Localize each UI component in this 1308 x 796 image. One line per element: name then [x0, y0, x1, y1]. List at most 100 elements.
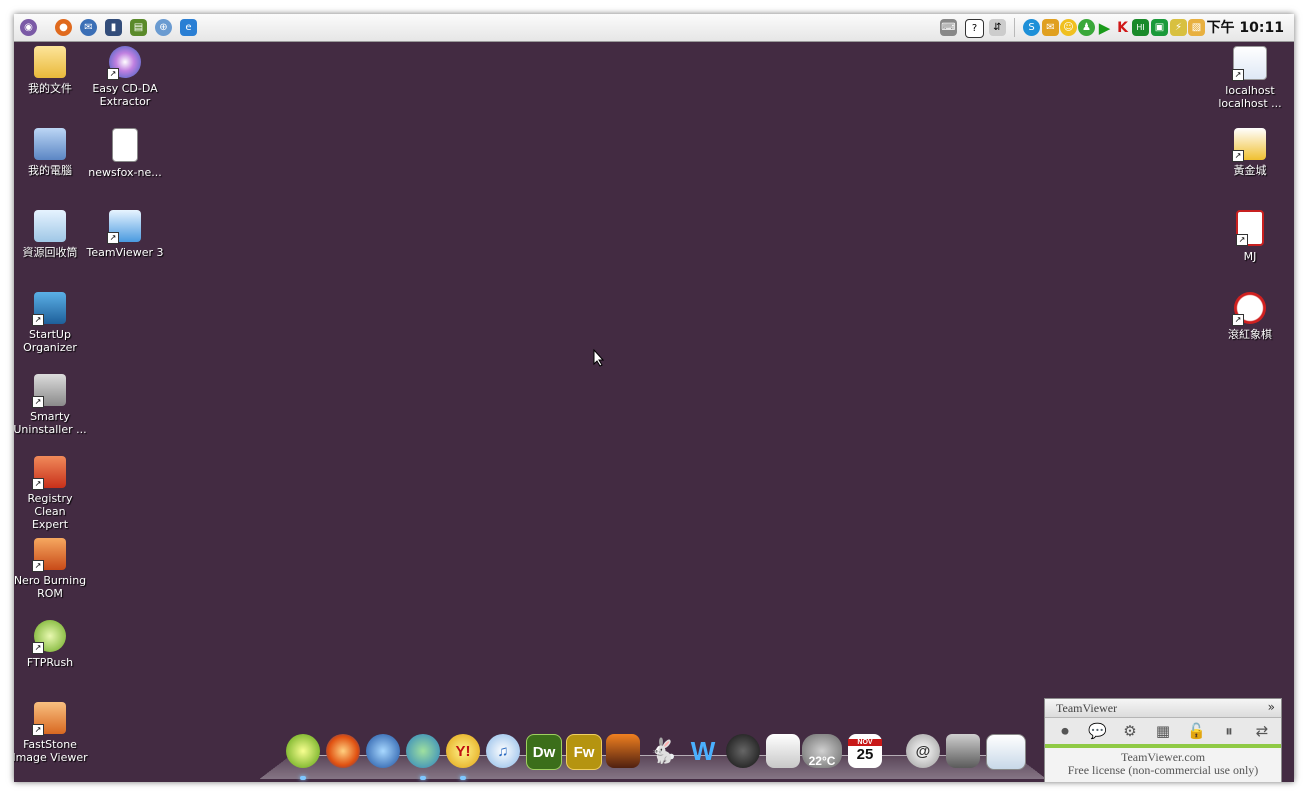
- screen-icon[interactable]: [986, 734, 1026, 770]
- dock-running-indicator: [460, 776, 466, 780]
- books-icon[interactable]: ▤: [130, 19, 147, 36]
- eye-icon: ↗: [32, 702, 66, 736]
- recycle-bag-icon[interactable]: [766, 734, 800, 768]
- firefox-icon[interactable]: [326, 734, 360, 768]
- chat-bubble-icon[interactable]: 💬: [1088, 722, 1107, 740]
- folder-documents-icon: [34, 46, 66, 78]
- collapse-icon[interactable]: »: [1268, 700, 1275, 714]
- dock-running-indicator: [300, 776, 306, 780]
- thunderbird-icon[interactable]: ✉: [80, 19, 97, 36]
- shortcut-arrow-icon: ↗: [1236, 234, 1248, 246]
- usb-icon[interactable]: ⇵: [989, 19, 1006, 36]
- settings-gear-icon[interactable]: ⚙: [1121, 722, 1139, 740]
- rabbit-icon[interactable]: 🐇: [646, 734, 680, 768]
- k-icon[interactable]: K: [1114, 19, 1131, 36]
- computer-icon: [34, 128, 66, 160]
- teamviewer-license: Free license (non-commercial use only): [1067, 763, 1259, 777]
- fireworks-icon[interactable]: Fw: [566, 734, 602, 770]
- media-player-icon[interactable]: [286, 734, 320, 768]
- teamviewer-icon: ↗: [107, 210, 141, 244]
- desktop-icon-nero-burning-rom[interactable]: ↗ Nero Burning ROM: [14, 538, 89, 600]
- notes-icon[interactable]: ▧: [1188, 19, 1205, 36]
- desktop-icon-label: localhost localhost ...: [1218, 84, 1282, 110]
- network-icon[interactable]: ⚡: [1170, 19, 1187, 36]
- top-panel: ◉ ● ✉ ▮ ▤ ⊕ e ⌨ ? ⇵ S ✉ ☺ ♟ ▶ K HI ▣ ⚡ ▧…: [14, 14, 1294, 42]
- desktop-screen: ◉ ● ✉ ▮ ▤ ⊕ e ⌨ ? ⇵ S ✉ ☺ ♟ ▶ K HI ▣ ⚡ ▧…: [14, 14, 1294, 782]
- calendar-icon[interactable]: NOV 25: [848, 734, 882, 768]
- mail-icon[interactable]: ✉: [1042, 19, 1059, 36]
- hi-icon[interactable]: HI: [1132, 19, 1149, 36]
- teamviewer-toolbar: ⏺ 💬 ⚙ ▦ 🔓 ⏸ ⇄: [1045, 718, 1281, 744]
- globe-icon[interactable]: ⊕: [155, 19, 172, 36]
- unlock-icon[interactable]: 🔓: [1187, 722, 1206, 740]
- desktop-icon-label: Smarty Uninstaller ...: [14, 410, 87, 436]
- desktop-icon-teamviewer-3[interactable]: ↗ TeamViewer 3: [86, 210, 164, 259]
- speed-icon[interactable]: [726, 734, 760, 768]
- firefox-document-icon: ↗: [1232, 46, 1267, 81]
- ubuntu-logo-icon[interactable]: ◉: [20, 19, 37, 36]
- shortcut-arrow-icon: ↗: [32, 396, 44, 408]
- shortcut-arrow-icon: ↗: [32, 724, 44, 736]
- desktop-icon-registry-clean-expert[interactable]: ↗ Registry Clean Expert: [14, 456, 89, 531]
- desktop-icon-ftprush[interactable]: ↗ FTPRush: [14, 620, 89, 669]
- shortcut-arrow-icon: ↗: [1232, 150, 1244, 162]
- teamviewer-panel: TeamViewer » ⏺ 💬 ⚙ ▦ 🔓 ⏸ ⇄ TeamViewer.co…: [1044, 698, 1282, 782]
- system-clock[interactable]: 下午 10:11: [1207, 17, 1284, 37]
- desktop-icon-label: FastStone Image Viewer: [14, 738, 88, 764]
- desktop-icon-startup-organizer[interactable]: ↗ StartUp Organizer: [14, 292, 89, 354]
- shortcut-arrow-icon: ↗: [32, 560, 44, 572]
- desktop-icon-faststone-image-viewer[interactable]: ↗ FastStone Image Viewer: [14, 702, 89, 764]
- switch-sides-icon[interactable]: ⇄: [1253, 722, 1271, 740]
- desktop-icon-recycle-bin[interactable]: 資源回收筒: [14, 210, 89, 259]
- desktop-icon-chinese-chess[interactable]: ↗ 滾紅象棋: [1211, 292, 1289, 341]
- trash-icon[interactable]: [946, 734, 980, 768]
- registry-cleaner-icon: ↗: [32, 456, 66, 490]
- chat-icon[interactable]: ▣: [1151, 19, 1168, 36]
- yahoo-messenger-icon[interactable]: Y!: [446, 734, 480, 768]
- pause-icon[interactable]: ⏸: [1220, 722, 1238, 740]
- keyboard-icon[interactable]: ⌨: [940, 19, 957, 36]
- play-icon[interactable]: ▶: [1096, 19, 1113, 37]
- globe-icon[interactable]: [366, 734, 400, 768]
- recycle-bin-icon: [34, 210, 66, 242]
- shortcut-arrow-icon: ↗: [32, 478, 44, 490]
- word-icon[interactable]: W: [686, 734, 720, 768]
- desktop-icon-label: 我的電腦: [28, 164, 72, 177]
- desktop-icon-localhost[interactable]: ↗ localhost localhost ...: [1211, 46, 1289, 110]
- dreamweaver-icon[interactable]: Dw: [526, 734, 562, 770]
- tray-separator: [1014, 18, 1015, 37]
- windows-icon[interactable]: ▦: [1154, 722, 1172, 740]
- teamviewer-title-bar[interactable]: TeamViewer »: [1045, 699, 1281, 718]
- mahjong-tile-icon: ↗: [1236, 210, 1264, 246]
- messenger-icon[interactable]: [406, 734, 440, 768]
- desktop-icon-label: FTPRush: [26, 656, 74, 669]
- startup-organizer-icon: ↗: [32, 292, 66, 326]
- record-icon[interactable]: ⏺: [1056, 722, 1074, 740]
- emoticon-icon[interactable]: ☺: [1060, 19, 1077, 36]
- desktop-icon-my-computer[interactable]: 我的電腦: [14, 128, 89, 177]
- help-icon[interactable]: ?: [965, 19, 984, 38]
- desktop-icon-smarty-uninstaller[interactable]: ↗ Smarty Uninstaller ...: [14, 374, 89, 436]
- firefox-icon[interactable]: ●: [55, 19, 72, 36]
- skype-icon[interactable]: S: [1023, 19, 1040, 36]
- user-status-icon[interactable]: ♟: [1078, 19, 1095, 36]
- teamviewer-title: TeamViewer: [1056, 701, 1118, 715]
- desktop-icon-label: Registry Clean Expert: [27, 492, 73, 531]
- desktop-icon-label: MJ: [1243, 250, 1257, 263]
- desktop-icon-label: 資源回收筒: [22, 246, 78, 259]
- bookmark-icon[interactable]: ▮: [105, 19, 122, 36]
- shortcut-arrow-icon: ↗: [1232, 314, 1244, 326]
- desktop-icon-easy-cd-da-extractor[interactable]: ↗ Easy CD-DA Extractor: [86, 46, 164, 108]
- at-icon[interactable]: @: [906, 734, 940, 768]
- desktop-icon-label: 黃金城: [1233, 164, 1267, 177]
- desktop-icon-my-documents[interactable]: 我的文件: [14, 46, 89, 95]
- desktop-icon-newsfox[interactable]: newsfox-ne...: [86, 128, 164, 179]
- shortcut-arrow-icon: ↗: [32, 314, 44, 326]
- browser-icon[interactable]: e: [180, 19, 197, 36]
- teamviewer-status-bar: [1045, 744, 1281, 748]
- desktop-icon-golden-city[interactable]: ↗ 黃金城: [1211, 128, 1289, 177]
- photo-icon[interactable]: [606, 734, 640, 768]
- itunes-icon[interactable]: ♫: [486, 734, 520, 768]
- weather-icon[interactable]: 22°C: [802, 734, 842, 768]
- desktop-icon-mj[interactable]: ↗ MJ: [1211, 210, 1289, 263]
